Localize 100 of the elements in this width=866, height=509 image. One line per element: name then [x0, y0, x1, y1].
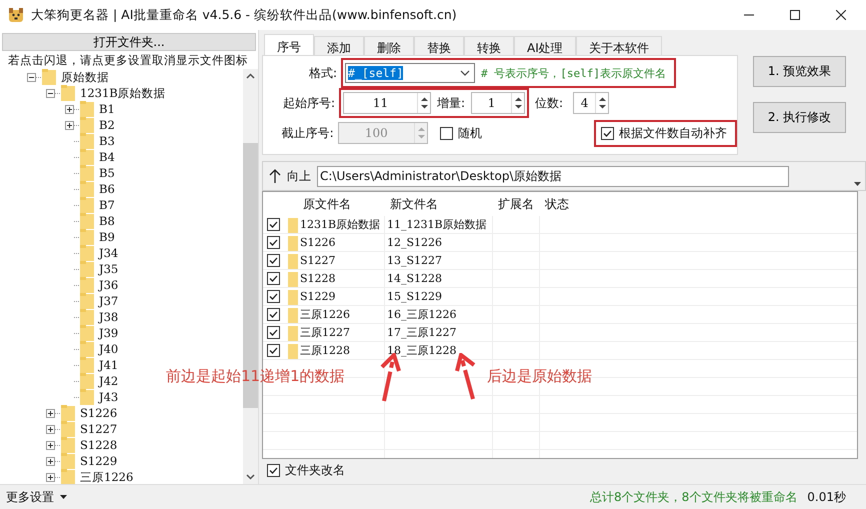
tree-item[interactable]: J39: [99, 326, 118, 340]
table-cell: S1228: [298, 270, 385, 287]
folder-icon: [61, 405, 75, 421]
table-cell: 三原1228: [298, 342, 385, 359]
table-cell: 三原1227: [298, 324, 385, 341]
tree-toggle[interactable]: [46, 472, 55, 482]
action-button[interactable]: 2. 执行修改: [753, 102, 846, 133]
table-cell: 11_1231B原始数据: [385, 216, 493, 233]
tree-item[interactable]: B9: [99, 230, 115, 244]
tab[interactable]: 转换: [464, 36, 514, 55]
tree-toggle[interactable]: [27, 72, 36, 82]
tree-toggle[interactable]: [46, 456, 55, 466]
tree-item[interactable]: B6: [99, 182, 115, 196]
tree-toggle[interactable]: [65, 120, 74, 130]
tree-item[interactable]: S1229: [80, 454, 118, 468]
checkbox[interactable]: [267, 272, 280, 285]
tree-item[interactable]: S1227: [80, 422, 118, 436]
tree-item[interactable]: J37: [99, 294, 118, 308]
tree-toggle[interactable]: [46, 88, 55, 98]
format-dropdown[interactable]: #_[self]: [345, 63, 475, 83]
column-header[interactable]: 扩展名: [493, 196, 540, 212]
tree-item[interactable]: B8: [99, 214, 115, 228]
spin-arrows-icon[interactable]: [420, 96, 428, 110]
checkbox[interactable]: [267, 290, 280, 303]
tree-item[interactable]: B1: [99, 102, 115, 116]
checkbox[interactable]: [267, 236, 280, 249]
tree-item[interactable]: 1231B原始数据: [80, 86, 166, 100]
tree-item[interactable]: J43: [99, 390, 118, 404]
tree-item[interactable]: J40: [99, 342, 118, 356]
tree-toggle[interactable]: [46, 408, 55, 418]
step-field[interactable]: 1: [471, 92, 526, 114]
tab[interactable]: 关于本软件: [576, 36, 662, 55]
scroll-down-icon[interactable]: [246, 474, 255, 480]
table-cell: 三原1226: [298, 306, 385, 323]
tree-item[interactable]: J36: [99, 278, 118, 292]
column-header[interactable]: 新文件名: [385, 196, 493, 212]
checkbox[interactable]: [267, 308, 280, 321]
folder-icon: [80, 277, 94, 293]
checkbox[interactable]: [267, 464, 280, 476]
spin-arrows-icon[interactable]: [598, 96, 607, 110]
checkbox[interactable]: [440, 126, 453, 140]
scroll-up-icon[interactable]: [246, 73, 255, 79]
column-header[interactable]: 状态: [540, 196, 857, 212]
annotation-text: 后边是原始数据: [487, 367, 592, 386]
tree-item[interactable]: S1228: [80, 438, 118, 452]
folder-icon: [61, 469, 75, 484]
folder-icon: [80, 165, 94, 181]
tree-item[interactable]: B3: [99, 134, 115, 148]
tree-item[interactable]: J34: [99, 246, 118, 260]
digits-field[interactable]: 4: [573, 92, 610, 114]
caret-down-icon[interactable]: [60, 495, 67, 499]
tab[interactable]: AI处理: [514, 36, 576, 55]
tree-item[interactable]: S1226: [80, 406, 118, 420]
tree-item[interactable]: 原始数据: [61, 70, 109, 84]
checkbox[interactable]: [267, 326, 280, 339]
path-field[interactable]: C:\Users\Administrator\Desktop\原始数据: [317, 166, 789, 186]
folder-icon: [42, 69, 56, 85]
tree-item[interactable]: B7: [99, 198, 115, 212]
tab[interactable]: 删除: [364, 36, 414, 55]
tree-item[interactable]: J41: [99, 358, 118, 372]
tree-item[interactable]: B2: [99, 118, 115, 132]
more-settings-button[interactable]: 更多设置: [6, 488, 67, 506]
digits-label: 位数:: [535, 94, 564, 112]
folder-icon: [288, 306, 298, 322]
dog-face-icon: [8, 7, 24, 23]
tree-item[interactable]: B5: [99, 166, 115, 180]
caret-down-icon[interactable]: [853, 180, 862, 186]
column-header[interactable]: 原文件名: [298, 196, 385, 212]
folder-icon: [288, 216, 298, 232]
tree-item[interactable]: J42: [99, 374, 118, 388]
step-label: 增量:: [437, 94, 466, 112]
tab[interactable]: 替换: [414, 36, 464, 55]
checkbox[interactable]: [267, 218, 280, 231]
up-button[interactable]: 向上: [287, 168, 311, 184]
spin-arrows-icon[interactable]: [514, 96, 523, 110]
annotation-text: 前边是起始11递增1的数据: [166, 367, 345, 386]
start-number-field[interactable]: 11: [343, 92, 431, 114]
up-arrow-icon[interactable]: [269, 168, 281, 184]
end-number-label: 截止序号:: [280, 124, 335, 142]
auto-pad-label: 根据文件数自动补齐: [619, 124, 727, 142]
tree-item[interactable]: B4: [99, 150, 115, 164]
tree-toggle[interactable]: [65, 104, 74, 114]
action-button[interactable]: 1. 预览效果: [753, 56, 846, 87]
checkbox[interactable]: [267, 254, 280, 267]
tree-toggle[interactable]: [46, 440, 55, 450]
tree-toggle[interactable]: [46, 424, 55, 434]
tab[interactable]: 序号: [264, 34, 314, 55]
folder-icon: [80, 309, 94, 325]
maximize-icon[interactable]: [790, 10, 800, 20]
tree-item[interactable]: J35: [99, 262, 118, 276]
close-icon[interactable]: [836, 10, 846, 20]
tree-item[interactable]: J38: [99, 310, 118, 324]
tab[interactable]: 添加: [314, 36, 364, 55]
checkbox[interactable]: [267, 344, 280, 357]
checkbox[interactable]: [601, 126, 614, 140]
folder-icon: [288, 342, 298, 358]
tree-item[interactable]: 三原1226: [80, 470, 134, 484]
folder-icon: [288, 252, 298, 268]
table-cell: 16_三原1226: [385, 306, 493, 323]
open-folder-button[interactable]: 打开文件夹...: [2, 33, 256, 51]
